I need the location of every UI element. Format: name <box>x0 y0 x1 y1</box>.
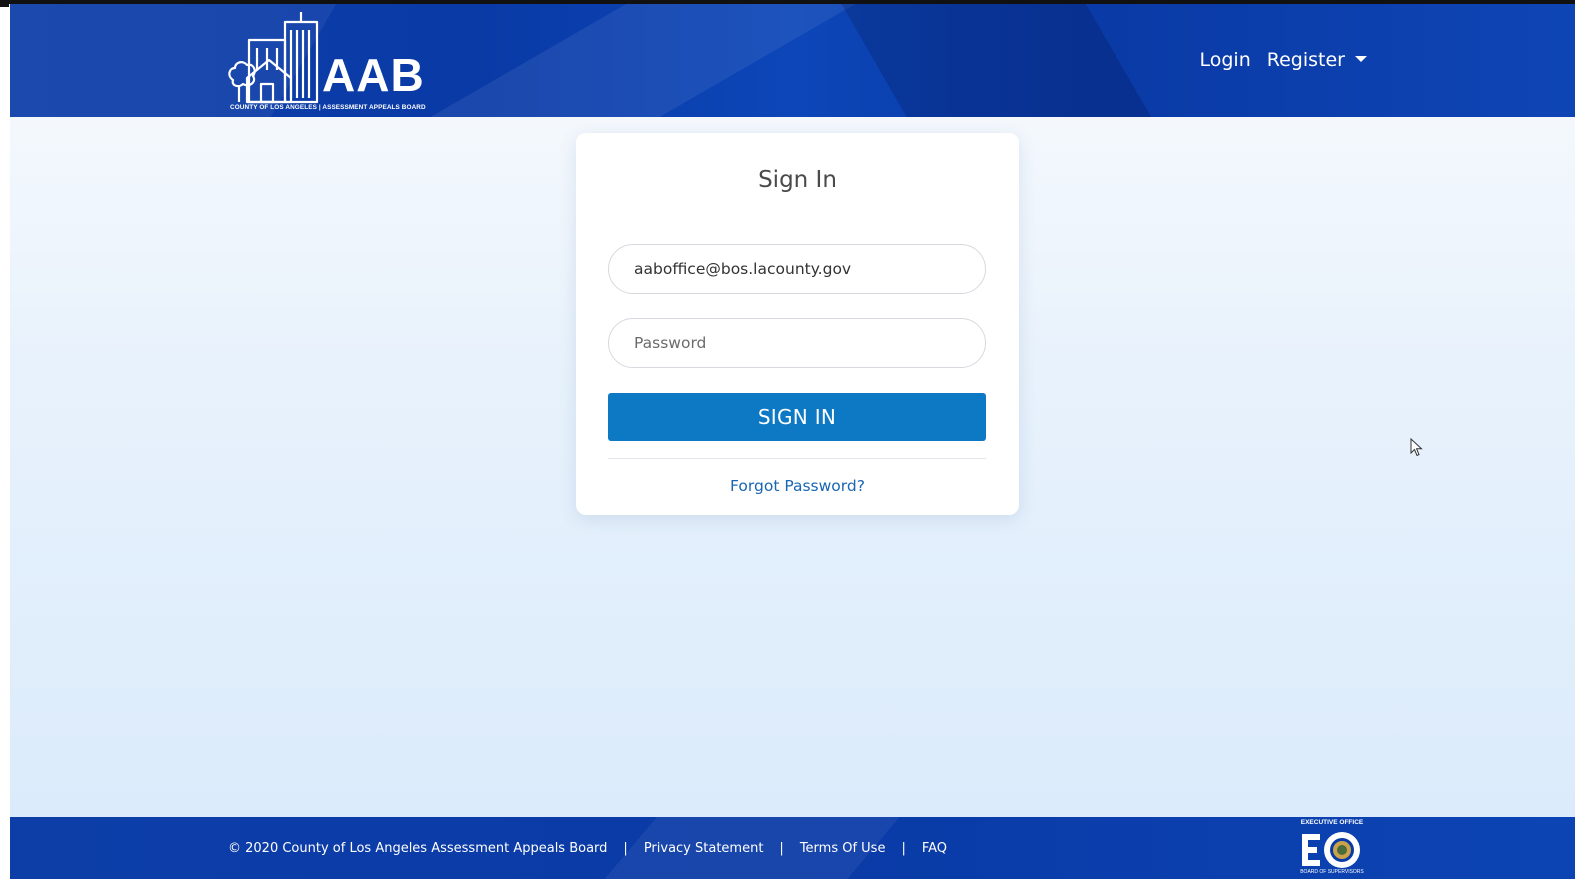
aab-logo[interactable]: AAB COUNTY OF LOS ANGELES | ASSESSMENT A… <box>227 10 426 114</box>
nav-login-link[interactable]: Login <box>1200 49 1251 71</box>
caret-down-icon <box>1355 55 1367 62</box>
logo-wordmark: AAB <box>322 49 425 101</box>
browser-viewport: AAB COUNTY OF LOS ANGELES | ASSESSMENT A… <box>0 0 1575 879</box>
site-header: AAB COUNTY OF LOS ANGELES | ASSESSMENT A… <box>10 4 1575 117</box>
sign-in-button[interactable]: SIGN IN <box>608 393 986 441</box>
forgot-password-link[interactable]: Forgot Password? <box>576 477 1019 495</box>
top-nav: Login Register <box>1200 49 1367 71</box>
executive-office-logo[interactable]: EXECUTIVE OFFICE BOARD OF SUPERVISORS <box>1298 817 1366 879</box>
sign-in-title: Sign In <box>758 167 837 193</box>
footer-separator: | <box>901 841 906 856</box>
main-content: Sign In SIGN IN Forgot Password? <box>10 117 1575 817</box>
footer-links: © 2020 County of Los Angeles Assessment … <box>228 841 947 856</box>
copyright-text: © 2020 County of Los Angeles Assessment … <box>228 841 608 856</box>
nav-register-label: Register <box>1266 49 1345 71</box>
footer-separator: | <box>779 841 784 856</box>
sign-in-card: Sign In SIGN IN Forgot Password? <box>576 133 1019 515</box>
nav-register-dropdown[interactable]: Register <box>1267 49 1367 71</box>
city-skyline-logo-icon <box>228 12 319 104</box>
logo-subtitle: COUNTY OF LOS ANGELES | ASSESSMENT APPEA… <box>230 104 426 111</box>
footer-separator: | <box>623 841 628 856</box>
terms-of-use-link[interactable]: Terms Of Use <box>800 841 886 856</box>
eo-logo-bottom-text: BOARD OF SUPERVISORS <box>1300 869 1364 875</box>
left-edge-mark <box>0 4 9 7</box>
faq-link[interactable]: FAQ <box>922 841 947 856</box>
card-divider <box>608 458 986 459</box>
site-footer: © 2020 County of Los Angeles Assessment … <box>10 817 1575 879</box>
mouse-pointer-icon <box>1410 438 1423 457</box>
eo-logo-top-text: EXECUTIVE OFFICE <box>1300 819 1364 826</box>
privacy-statement-link[interactable]: Privacy Statement <box>644 841 764 856</box>
email-input[interactable] <box>608 244 986 294</box>
password-input[interactable] <box>608 318 986 368</box>
executive-office-seal-icon <box>1302 832 1360 868</box>
left-edge <box>0 4 10 879</box>
